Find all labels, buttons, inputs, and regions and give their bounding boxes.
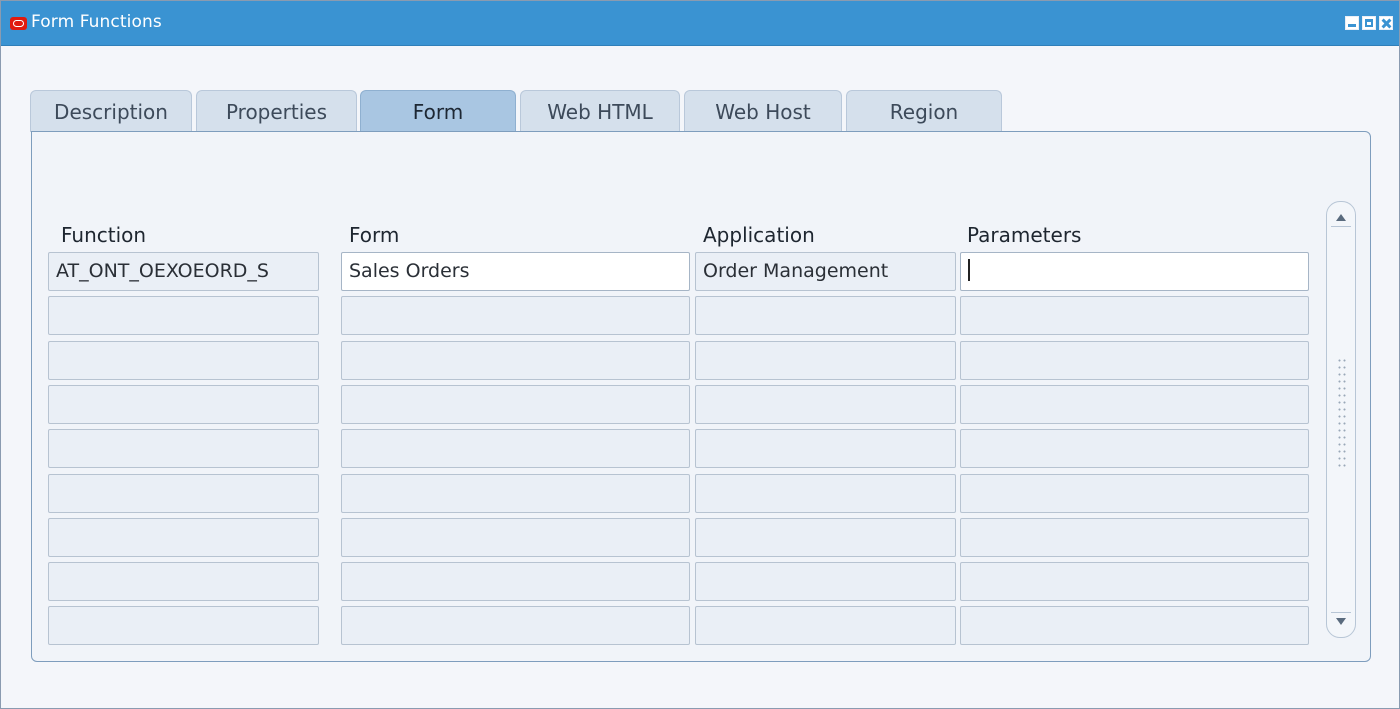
function-field[interactable] xyxy=(48,385,319,424)
parameters-field[interactable] xyxy=(960,296,1309,335)
form-field[interactable] xyxy=(341,385,690,424)
column-header-application: Application xyxy=(703,223,815,247)
function-field[interactable]: AT_ONT_OEXOEORD_S xyxy=(48,252,319,291)
application-field[interactable] xyxy=(695,385,956,424)
application-field[interactable] xyxy=(695,562,956,601)
application-field[interactable] xyxy=(695,474,956,513)
close-icon[interactable] xyxy=(1379,16,1393,30)
parameters-field[interactable] xyxy=(960,518,1309,557)
parameters-field[interactable] xyxy=(960,562,1309,601)
function-field[interactable] xyxy=(48,562,319,601)
form-functions-window: Form Functions Description Properties Fo… xyxy=(0,0,1400,709)
function-field[interactable] xyxy=(48,474,319,513)
function-field[interactable] xyxy=(48,518,319,557)
application-field[interactable] xyxy=(695,341,956,380)
form-field[interactable] xyxy=(341,296,690,335)
parameters-field[interactable] xyxy=(960,429,1309,468)
function-field[interactable] xyxy=(48,296,319,335)
arrow-up-icon[interactable] xyxy=(1336,214,1346,221)
arrow-down-icon[interactable] xyxy=(1336,618,1346,625)
form-field[interactable] xyxy=(341,562,690,601)
parameters-field[interactable] xyxy=(960,341,1309,380)
window-controls xyxy=(1345,16,1393,30)
vertical-scrollbar[interactable] xyxy=(1326,201,1356,638)
application-field[interactable] xyxy=(695,296,956,335)
application-field[interactable] xyxy=(695,518,956,557)
text-caret xyxy=(968,259,970,281)
form-field[interactable] xyxy=(341,429,690,468)
form-field[interactable] xyxy=(341,518,690,557)
tab-form[interactable]: Form xyxy=(360,90,516,135)
minimize-icon[interactable] xyxy=(1345,16,1359,30)
form-field[interactable]: Sales Orders xyxy=(341,252,690,291)
tab-region[interactable]: Region xyxy=(846,90,1002,132)
window-title: Form Functions xyxy=(31,12,162,32)
form-field[interactable] xyxy=(341,474,690,513)
column-header-function: Function xyxy=(61,223,147,247)
scrollbar-divider xyxy=(1331,612,1351,613)
form-field[interactable] xyxy=(341,341,690,380)
oracle-logo-icon xyxy=(10,17,27,30)
form-field[interactable] xyxy=(341,606,690,645)
tab-description[interactable]: Description xyxy=(30,90,192,132)
tab-properties[interactable]: Properties xyxy=(196,90,357,132)
application-field[interactable]: Order Management xyxy=(695,252,956,291)
scrollbar-grip[interactable] xyxy=(1337,357,1347,467)
scrollbar-divider xyxy=(1331,226,1351,227)
tab-web-host[interactable]: Web Host xyxy=(684,90,842,132)
parameters-field[interactable] xyxy=(960,474,1309,513)
column-header-parameters: Parameters xyxy=(967,223,1082,247)
parameters-field[interactable] xyxy=(960,252,1309,291)
application-field[interactable] xyxy=(695,606,956,645)
parameters-field[interactable] xyxy=(960,385,1309,424)
title-bar[interactable]: Form Functions xyxy=(1,1,1399,46)
function-field[interactable] xyxy=(48,429,319,468)
column-header-form: Form xyxy=(349,223,400,247)
maximize-icon[interactable] xyxy=(1362,16,1376,30)
function-field[interactable] xyxy=(48,341,319,380)
tab-web-html[interactable]: Web HTML xyxy=(520,90,680,132)
function-field[interactable] xyxy=(48,606,319,645)
parameters-field[interactable] xyxy=(960,606,1309,645)
application-field[interactable] xyxy=(695,429,956,468)
